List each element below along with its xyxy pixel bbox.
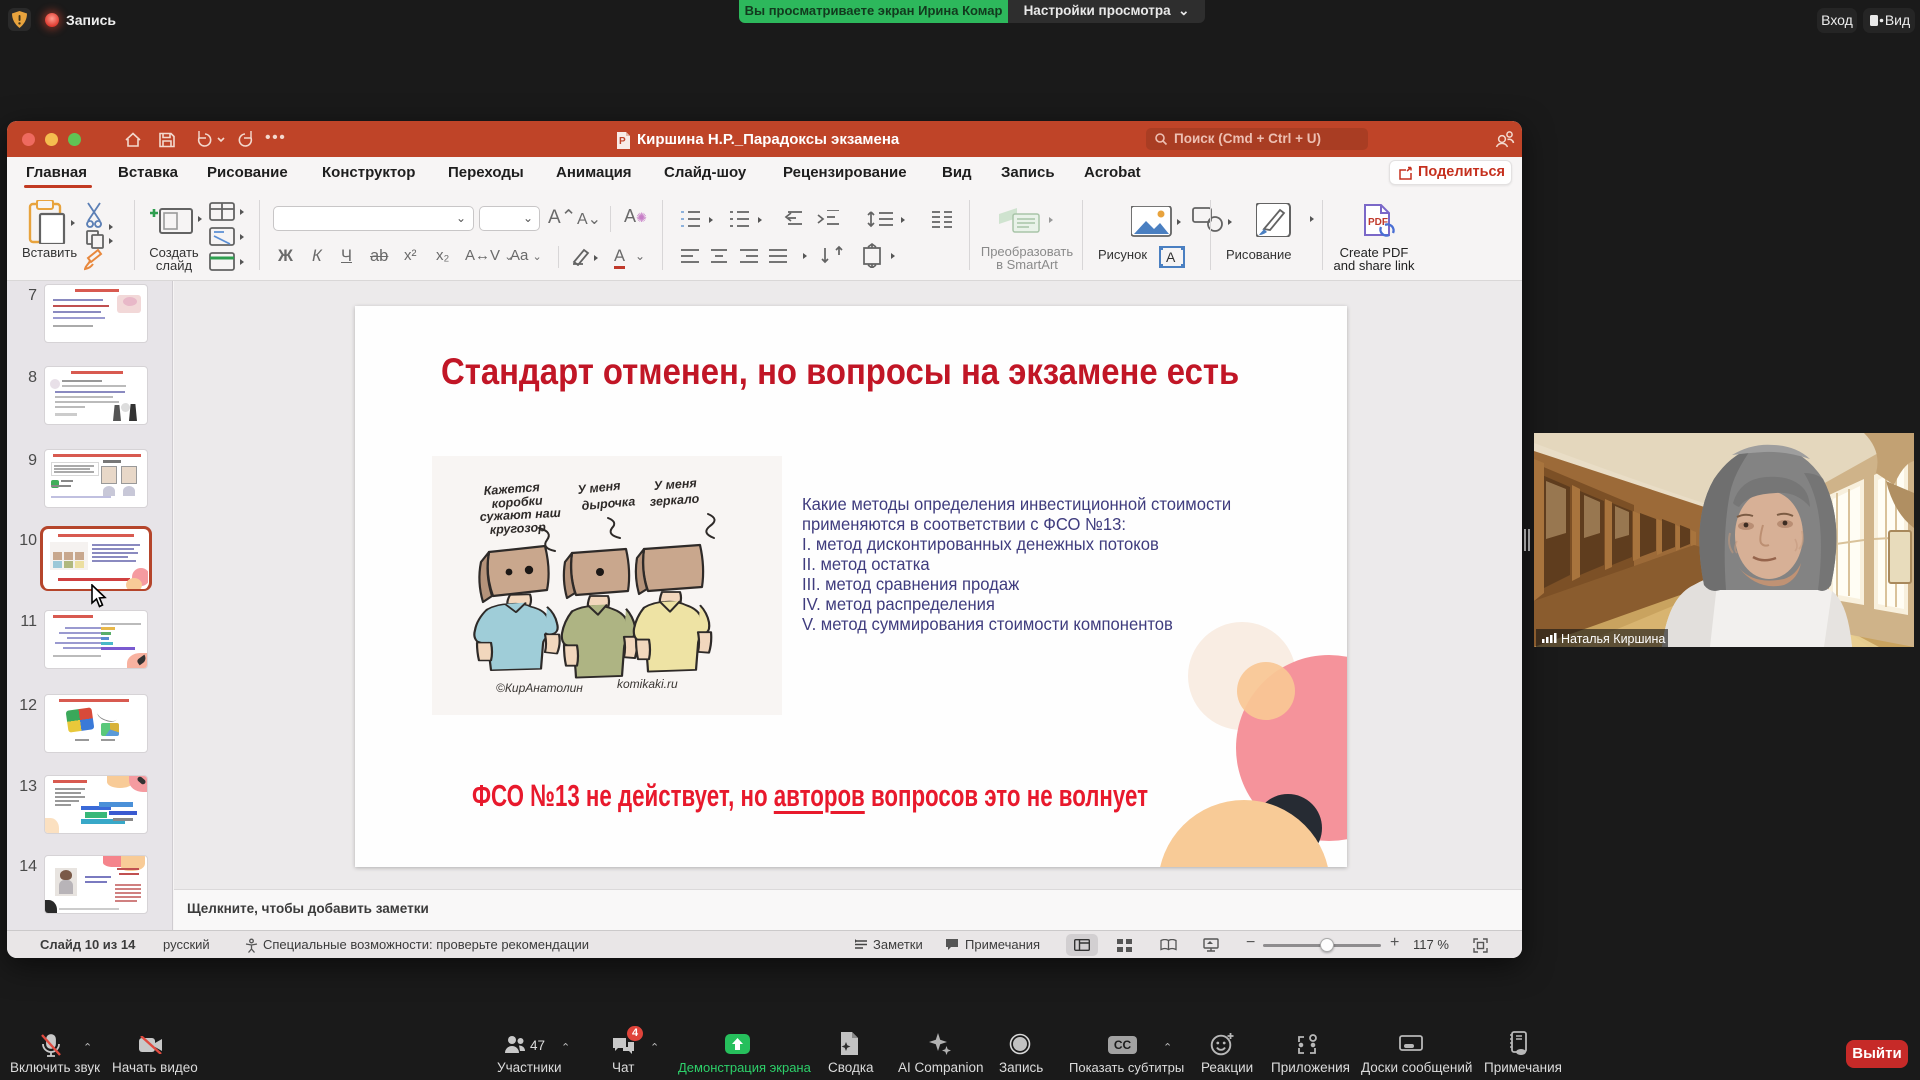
svg-text:P: P <box>619 136 626 147</box>
svg-text:кругозор: кругозор <box>489 520 546 537</box>
svg-text:PDF: PDF <box>1368 217 1388 228</box>
svg-text:©КирАнатолин: ©КирАнатолин <box>496 681 583 695</box>
svg-text:Наталья Киршина: Наталья Киршина <box>1561 632 1665 646</box>
svg-text:komikaki.ru: komikaki.ru <box>617 677 678 691</box>
svg-text:A: A <box>1166 249 1176 265</box>
